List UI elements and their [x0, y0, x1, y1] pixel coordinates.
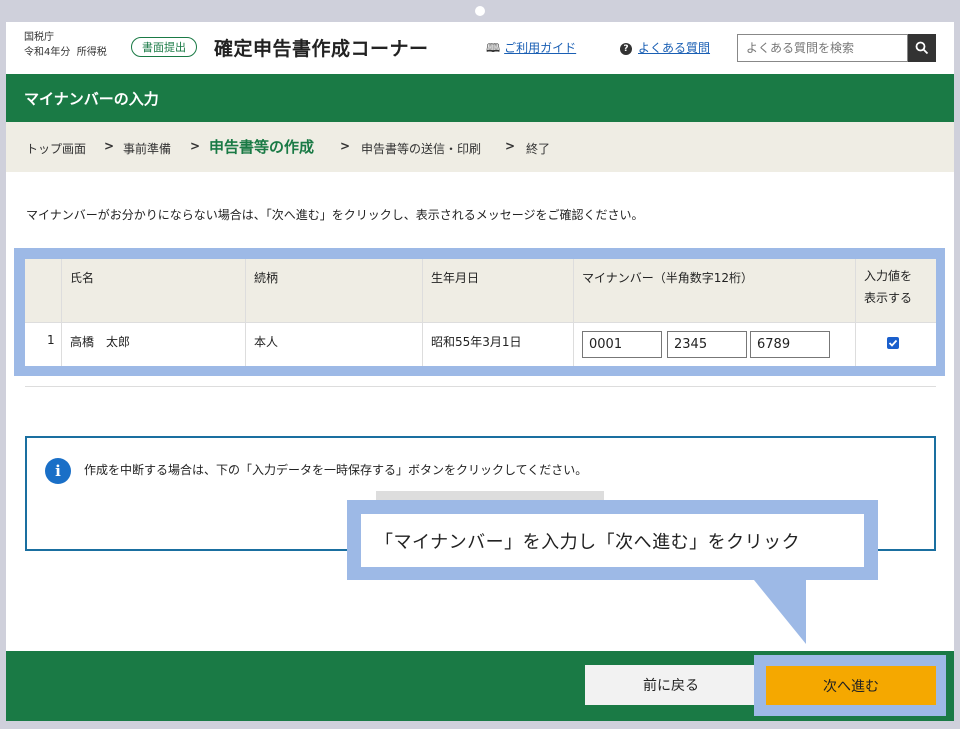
breadcrumb-item-current: 申告書等の作成	[209, 138, 315, 156]
column-header-birthdate: 生年月日	[423, 259, 574, 322]
book-icon: 🕮	[486, 41, 501, 55]
callout-tail	[754, 580, 806, 644]
search-icon	[915, 41, 929, 55]
column-header-name: 氏名	[62, 259, 246, 322]
table-row: 1	[25, 322, 62, 366]
submission-type-badge: 書面提出	[131, 37, 197, 57]
breadcrumb-item-top: トップ画面	[26, 142, 87, 156]
faq-link[interactable]: ? よくある質問	[620, 39, 710, 56]
faq-search-input[interactable]	[737, 34, 908, 62]
show-value-cell	[856, 322, 936, 366]
agency-name: 国税庁	[24, 32, 54, 43]
page-title: マイナンバーの入力	[24, 90, 159, 108]
instruction-text: マイナンバーがお分かりにならない場合は、「次へ進む」をクリックし、表示されるメッ…	[26, 208, 644, 222]
column-header-show-value: 入力値を 表示する	[856, 259, 936, 322]
page-header: マイナンバーの入力	[6, 74, 954, 122]
user-guide-link[interactable]: 🕮 ご利用ガイド	[486, 39, 576, 60]
breadcrumb: トップ画面 > 事前準備 > 申告書等の作成 > 申告書等の送信・印刷 > 終了	[6, 122, 954, 172]
breadcrumb-item-end: 終了	[526, 142, 551, 156]
search-button[interactable]	[908, 34, 936, 62]
section-divider	[25, 386, 936, 387]
column-header-relation: 続柄	[246, 259, 423, 322]
agency-info: 国税庁 令和4年分 所得税	[24, 30, 107, 60]
show-value-checkbox[interactable]	[887, 337, 899, 349]
app-title: 確定申告書作成コーナー	[214, 38, 429, 60]
back-button[interactable]: 前に戻る	[585, 665, 757, 705]
chevron-right-icon: >	[340, 139, 351, 153]
column-header-no	[25, 259, 62, 322]
site-header: 国税庁 令和4年分 所得税 書面提出 確定申告書作成コーナー 🕮 ご利用ガイド ?…	[6, 22, 954, 74]
mynumber-input-3[interactable]	[750, 331, 830, 358]
person-birthdate: 昭和55年3月1日	[423, 322, 574, 366]
column-header-mynumber: マイナンバー（半角数字12桁）	[574, 259, 856, 322]
tax-type: 所得税	[76, 47, 107, 58]
tax-year: 令和4年分	[24, 47, 71, 58]
mynumber-table: 氏名 続柄 生年月日 マイナンバー（半角数字12桁） 入力値を 表示する 1 高…	[25, 259, 936, 366]
mynumber-input-1[interactable]	[582, 331, 662, 358]
breadcrumb-item-submit: 申告書等の送信・印刷	[361, 142, 482, 156]
mynumber-input-2[interactable]	[667, 331, 747, 358]
question-icon: ?	[620, 43, 632, 55]
chevron-right-icon: >	[104, 139, 115, 153]
checkbox-checked-icon	[888, 339, 898, 347]
person-relation: 本人	[246, 322, 423, 366]
info-icon: i	[45, 458, 71, 484]
next-button[interactable]: 次へ進む	[766, 666, 936, 705]
mynumber-inputs	[574, 322, 856, 366]
chevron-right-icon: >	[190, 139, 201, 153]
callout-text: 「マイナンバー」を入力し「次へ進む」をクリック	[375, 532, 801, 553]
breadcrumb-item-prep: 事前準備	[123, 142, 172, 156]
notice-text: 作成を中断する場合は、下の「入力データを一時保存する」ボタンをクリックしてくださ…	[84, 463, 588, 477]
callout-box: 「マイナンバー」を入力し「次へ進む」をクリック	[361, 514, 864, 567]
chevron-right-icon: >	[505, 139, 516, 153]
device-camera	[475, 6, 485, 16]
person-name: 高橋 太郎	[62, 322, 246, 366]
app-window: 国税庁 令和4年分 所得税 書面提出 確定申告書作成コーナー 🕮 ご利用ガイド ?…	[6, 22, 954, 721]
